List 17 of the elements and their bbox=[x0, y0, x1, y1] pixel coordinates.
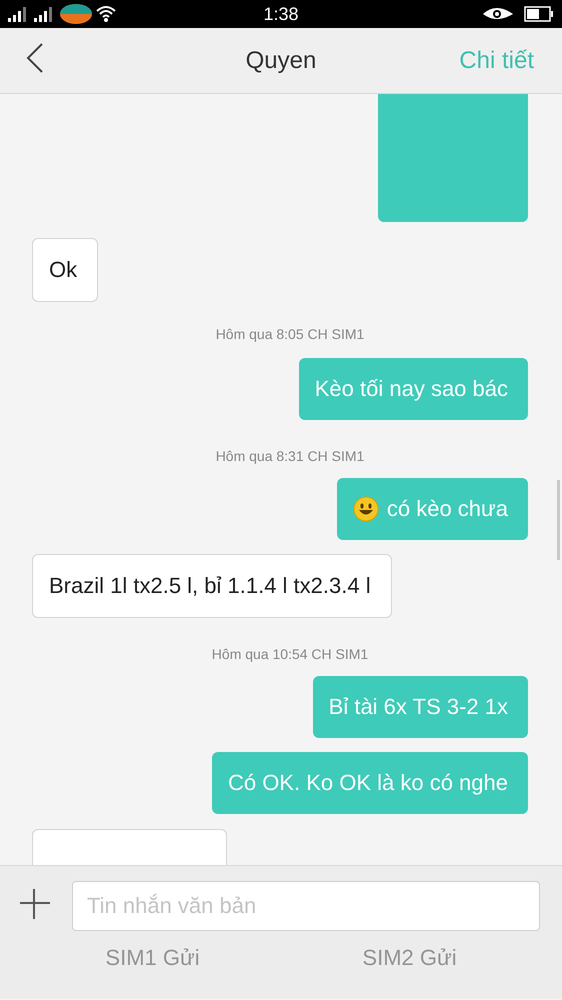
message-timestamp: Hôm qua 10:54 CH SIM1 bbox=[210, 646, 368, 662]
sent-message-bubble: Kèo tối nay sao bác bbox=[298, 358, 528, 420]
contact-name: Quyen bbox=[246, 46, 316, 74]
details-link[interactable]: Chi tiết bbox=[459, 46, 534, 74]
received-message-bubble: Brazil 1l tx2.5 l, bỉ 1.1.4 l tx2.3.4 l bbox=[32, 554, 392, 618]
sent-message-bubble: Có OK. Ko OK là ko có nghe bbox=[212, 752, 528, 814]
status-time: 1:38 bbox=[263, 4, 299, 24]
message-input-field[interactable]: Tin nhắn văn bản bbox=[72, 881, 540, 931]
carrier-logo-icon bbox=[60, 4, 92, 24]
wifi-icon bbox=[96, 5, 116, 23]
eye-icon bbox=[482, 6, 514, 22]
battery-icon bbox=[524, 6, 554, 22]
message-timestamp: Hôm qua 8:05 CH SIM1 bbox=[214, 326, 364, 342]
message-text: có kèo chưa bbox=[386, 496, 508, 522]
message-timestamp: Hôm qua 8:31 CH SIM1 bbox=[214, 448, 364, 464]
received-message-bubble: Ok bbox=[32, 238, 98, 302]
sent-message-bubble: Bỉ tài 6x TS 3-2 1x bbox=[312, 676, 528, 738]
